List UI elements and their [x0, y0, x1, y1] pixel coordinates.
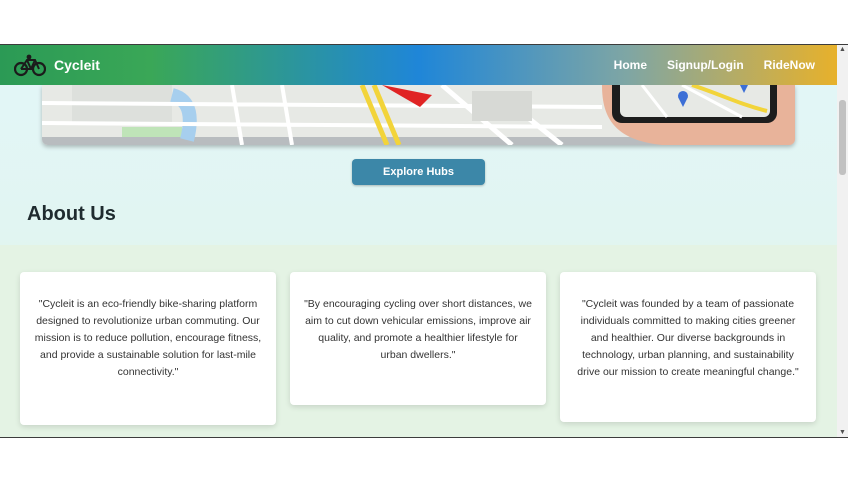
brand[interactable]: Cycleit — [14, 53, 100, 77]
nav-signup-login-link[interactable]: Signup/Login — [667, 58, 744, 72]
bottom-blank-area — [0, 438, 848, 480]
scrollbar-thumb[interactable] — [839, 100, 846, 175]
page-viewport: Cycleit Home Signup/Login RideNow Explor… — [0, 44, 848, 438]
hero-map-image — [42, 85, 795, 145]
about-card-text: "By encouraging cycling over short dista… — [304, 298, 532, 361]
about-section: "Cycleit is an eco-friendly bike-sharing… — [0, 245, 837, 438]
vertical-scrollbar[interactable]: ▲ ▼ — [837, 45, 848, 438]
brand-name: Cycleit — [54, 57, 100, 73]
navbar: Cycleit Home Signup/Login RideNow — [0, 45, 837, 85]
nav-home-link[interactable]: Home — [614, 58, 647, 72]
bicycle-icon — [14, 54, 46, 77]
about-card-goals: "By encouraging cycling over short dista… — [290, 272, 546, 405]
about-card-team: "Cycleit was founded by a team of passio… — [560, 272, 816, 422]
top-blank-area — [0, 0, 848, 44]
nav-links: Home Signup/Login RideNow — [614, 58, 815, 72]
about-card-mission: "Cycleit is an eco-friendly bike-sharing… — [20, 272, 276, 425]
about-us-heading: About Us — [27, 203, 116, 225]
nav-ridenow-link[interactable]: RideNow — [764, 58, 815, 72]
scroll-up-arrow-icon[interactable]: ▲ — [837, 45, 848, 55]
about-card-text: "Cycleit is an eco-friendly bike-sharing… — [34, 298, 262, 378]
explore-hubs-button[interactable]: Explore Hubs — [352, 159, 485, 185]
about-card-text: "Cycleit was founded by a team of passio… — [577, 298, 799, 378]
